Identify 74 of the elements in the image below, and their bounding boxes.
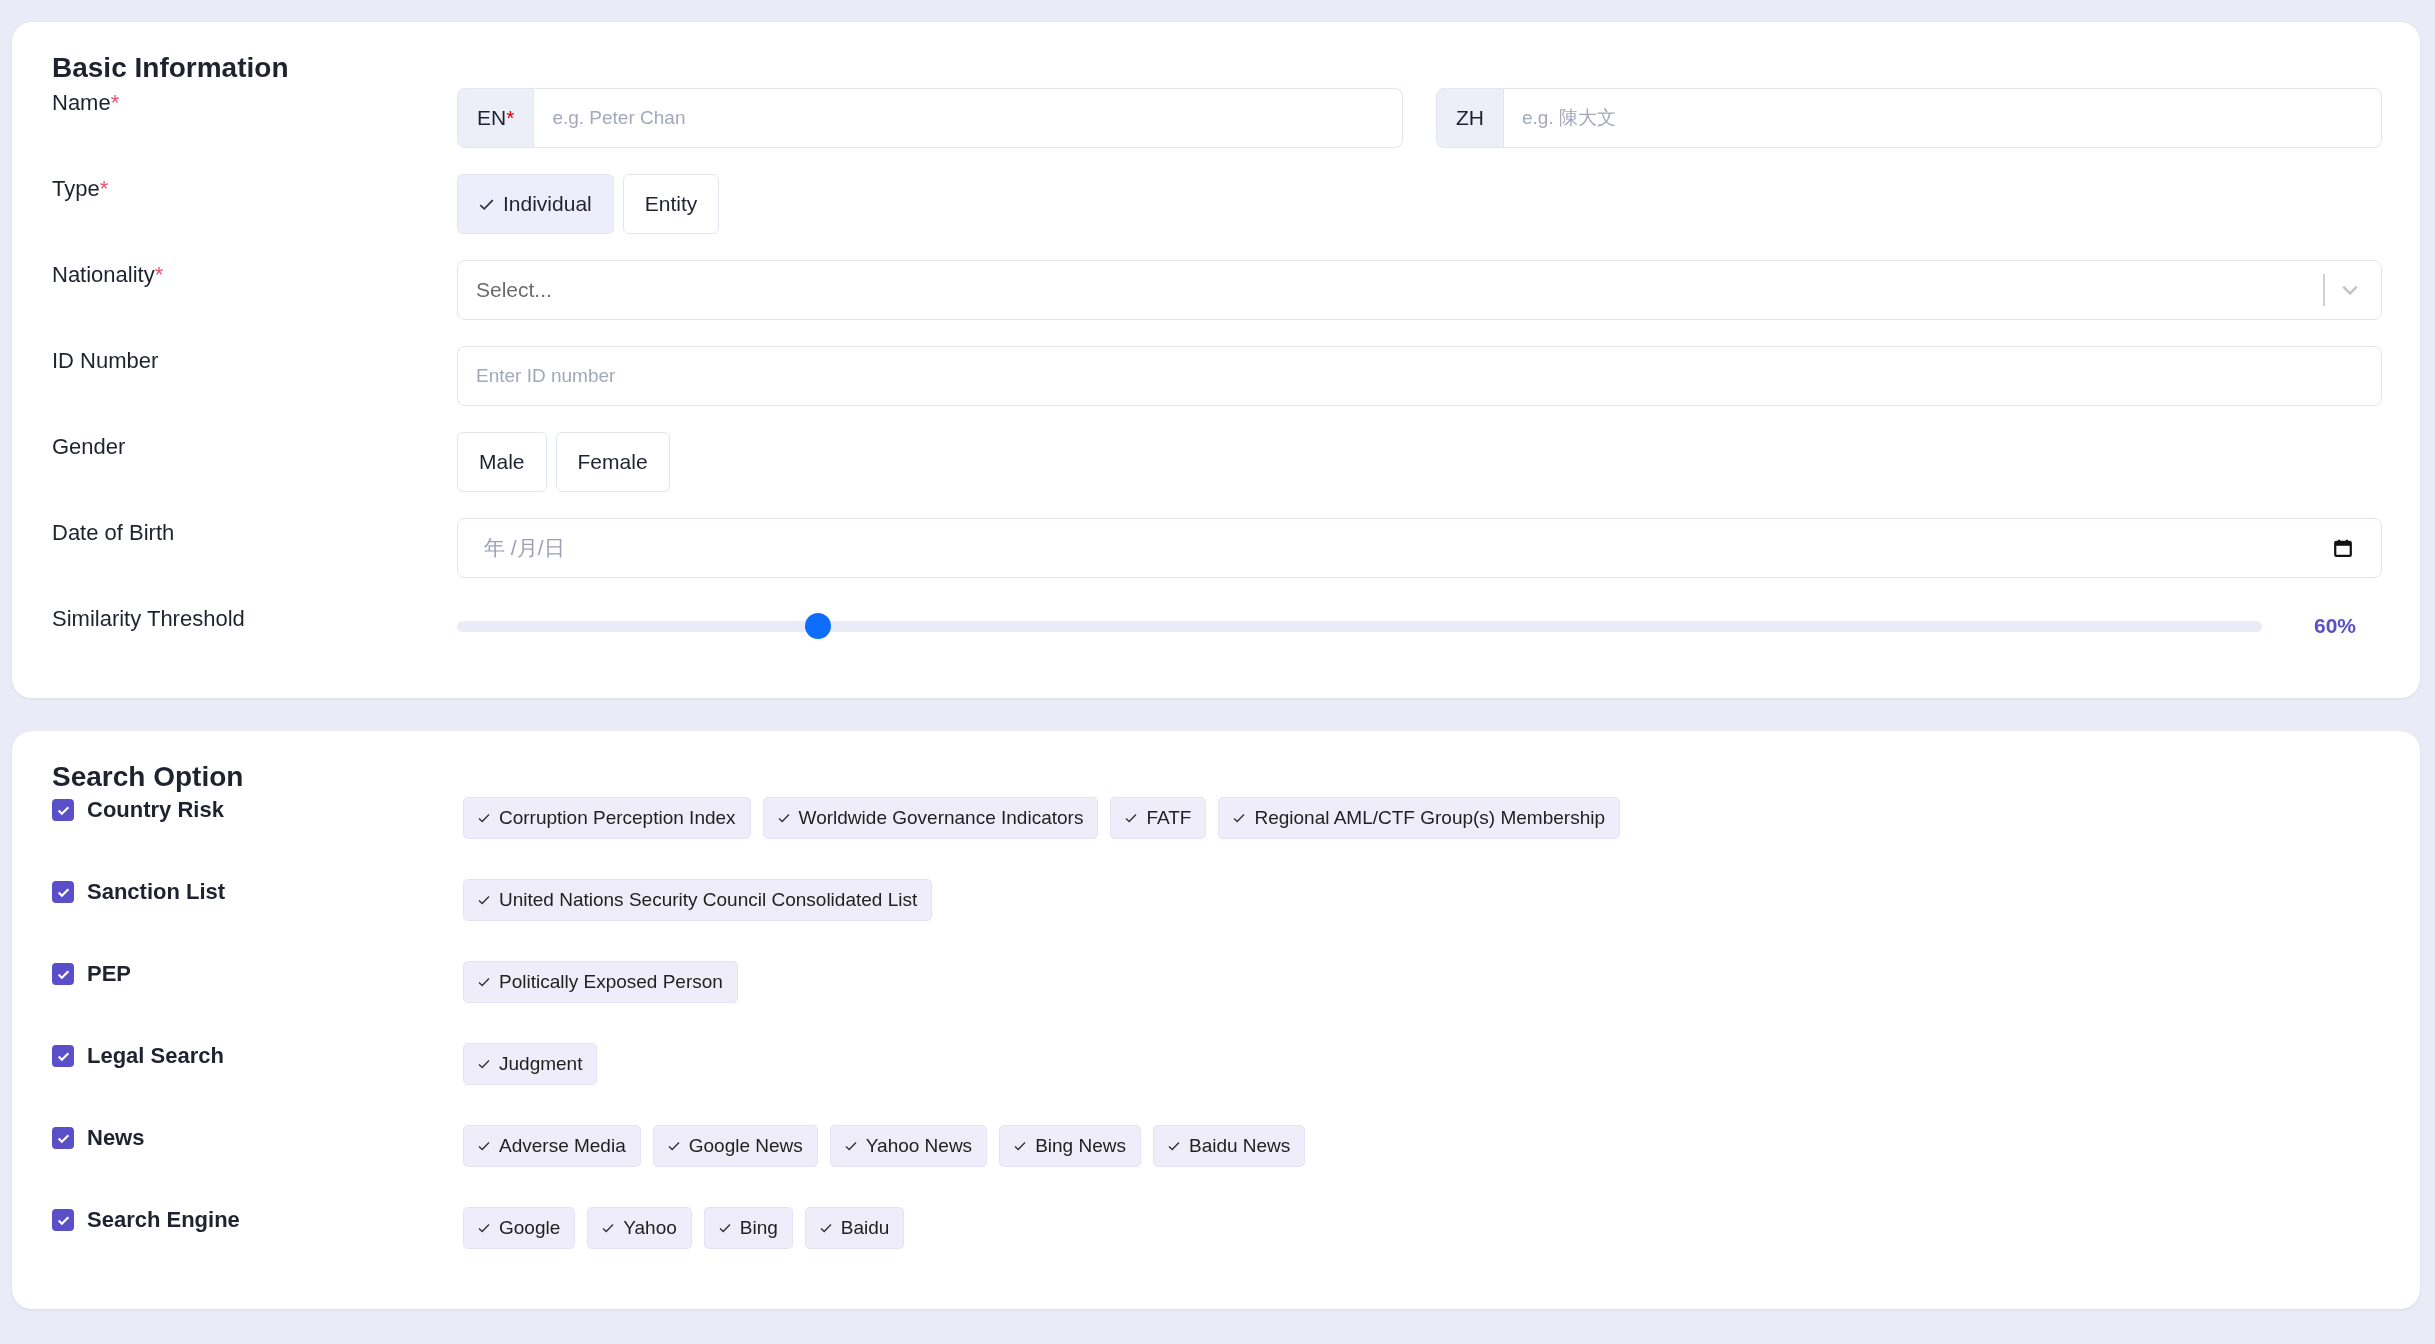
checkbox[interactable] bbox=[52, 1045, 74, 1067]
check-icon bbox=[478, 895, 490, 905]
gender-option[interactable]: Male bbox=[457, 432, 547, 492]
name-input-field[interactable]: e.g. Peter Chan bbox=[534, 88, 1403, 148]
search-category-label: Sanction List bbox=[87, 879, 226, 905]
source-chip[interactable]: Bing bbox=[703, 1207, 793, 1249]
nationality-select[interactable]: Select... bbox=[457, 260, 2382, 320]
check-icon bbox=[1167, 1141, 1180, 1151]
checkbox[interactable] bbox=[52, 881, 74, 903]
checkmark-icon bbox=[56, 886, 70, 898]
checkmark-icon bbox=[56, 1050, 70, 1062]
checkbox[interactable] bbox=[52, 963, 74, 985]
source-chip[interactable]: Yahoo bbox=[587, 1207, 692, 1249]
check-icon bbox=[478, 1141, 490, 1151]
source-chip[interactable]: Worldwide Governance Indicators bbox=[762, 797, 1099, 839]
source-chip[interactable]: FATF bbox=[1110, 797, 1207, 839]
calendar-icon bbox=[2333, 538, 2353, 558]
gender-option[interactable]: Female bbox=[555, 432, 670, 492]
type-option[interactable]: Individual bbox=[457, 174, 614, 234]
source-chip[interactable]: Baidu News bbox=[1152, 1125, 1306, 1167]
source-chip[interactable]: Google bbox=[463, 1207, 576, 1249]
source-chip[interactable]: Yahoo News bbox=[829, 1125, 988, 1167]
check-icon bbox=[478, 1059, 490, 1069]
name-input-field[interactable]: e.g. 陳大文 bbox=[1504, 88, 2382, 148]
checkmark-icon bbox=[56, 804, 70, 816]
source-chip[interactable]: Baidu bbox=[804, 1207, 905, 1249]
source-chip[interactable]: Regional AML/CTF Group(s) Membership bbox=[1218, 797, 1620, 839]
language-prefix: ZH bbox=[1436, 88, 1504, 148]
threshold-value: 60% bbox=[2312, 614, 2357, 638]
name-label: Name* bbox=[52, 89, 121, 117]
section-title: Basic Information bbox=[52, 52, 290, 84]
search-category-label: Legal Search bbox=[87, 1043, 224, 1069]
source-chip[interactable]: United Nations Security Council Consolidated List bbox=[463, 879, 933, 921]
check-icon bbox=[777, 813, 790, 823]
check-icon bbox=[844, 1141, 857, 1151]
search-category-label: News bbox=[87, 1125, 145, 1151]
check-icon bbox=[1125, 813, 1138, 823]
source-chip[interactable]: Adverse Media bbox=[463, 1125, 641, 1167]
source-chip[interactable]: Bing News bbox=[999, 1125, 1141, 1167]
nationality-label: Nationality* bbox=[52, 261, 165, 289]
search-category-label: Search Engine bbox=[87, 1207, 240, 1233]
check-icon bbox=[1014, 1141, 1027, 1151]
check-icon bbox=[667, 1141, 680, 1151]
check-icon bbox=[478, 977, 490, 987]
chevron-down-icon bbox=[2341, 284, 2359, 296]
similarity-threshold-label: Similarity Threshold bbox=[52, 605, 246, 633]
search-category-label: Country Risk bbox=[87, 797, 224, 823]
check-icon bbox=[602, 1223, 615, 1233]
id-number-input[interactable]: Enter ID number bbox=[457, 346, 2382, 406]
search-category-label: PEP bbox=[87, 961, 132, 987]
type-label: Type* bbox=[52, 175, 110, 203]
type-option[interactable]: Entity bbox=[622, 174, 720, 234]
source-chip[interactable]: Politically Exposed Person bbox=[463, 961, 738, 1003]
slider-thumb[interactable] bbox=[805, 613, 831, 639]
section-title: Search Option bbox=[52, 761, 245, 793]
checkbox[interactable] bbox=[52, 1127, 74, 1149]
date-of-birth-label: Date of Birth bbox=[52, 519, 176, 547]
check-icon bbox=[478, 813, 490, 823]
gender-label: Gender bbox=[52, 433, 127, 461]
language-prefix: EN* bbox=[457, 88, 535, 148]
check-icon bbox=[479, 197, 494, 211]
checkmark-icon bbox=[56, 1132, 70, 1144]
check-icon bbox=[478, 1223, 490, 1233]
id-number-label: ID Number bbox=[52, 347, 160, 375]
source-chip[interactable]: Corruption Perception Index bbox=[463, 797, 751, 839]
check-icon bbox=[1233, 813, 1246, 823]
source-chip[interactable]: Google News bbox=[652, 1125, 818, 1167]
checkbox[interactable] bbox=[52, 799, 74, 821]
source-chip[interactable]: Judgment bbox=[463, 1043, 598, 1085]
checkmark-icon bbox=[56, 968, 70, 980]
check-icon bbox=[718, 1223, 731, 1233]
checkmark-icon bbox=[56, 1214, 70, 1226]
checkbox[interactable] bbox=[52, 1209, 74, 1231]
check-icon bbox=[819, 1223, 832, 1233]
